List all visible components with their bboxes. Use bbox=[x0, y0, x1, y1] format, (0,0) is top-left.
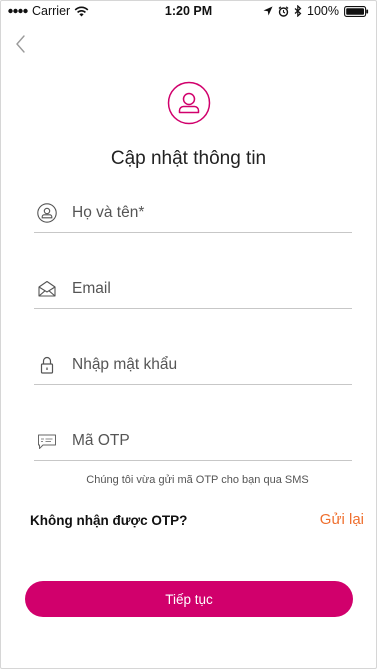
chevron-left-icon bbox=[16, 35, 25, 53]
resend-row: Không nhận được OTP? Gửi lại bbox=[30, 511, 364, 531]
continue-button[interactable]: Tiếp tục bbox=[25, 581, 353, 617]
otp-not-received-label: Không nhận được OTP? bbox=[30, 513, 188, 528]
envelope-icon bbox=[38, 280, 56, 297]
otp-sent-note: Chúng tôi vừa gửi mã OTP cho bạn qua SMS bbox=[86, 474, 309, 486]
status-right: 100% bbox=[263, 4, 369, 18]
password-input[interactable] bbox=[72, 350, 342, 380]
password-field bbox=[34, 344, 352, 385]
name-input[interactable] bbox=[72, 198, 342, 228]
lock-icon bbox=[40, 356, 54, 374]
user-icon bbox=[37, 203, 57, 223]
page-title: Cập nhật thông tin bbox=[110, 148, 267, 169]
otp-input[interactable] bbox=[72, 426, 342, 456]
email-input[interactable] bbox=[72, 274, 342, 304]
email-field bbox=[34, 268, 352, 309]
status-bar: Carrier 1:20 PM 100% bbox=[0, 0, 377, 22]
otp-field bbox=[34, 420, 352, 461]
user-circle-icon bbox=[167, 81, 211, 125]
sms-icon bbox=[38, 434, 56, 449]
resend-otp-link[interactable]: Gửi lại bbox=[320, 511, 364, 528]
battery-percent: 100% bbox=[307, 4, 339, 18]
location-arrow-icon bbox=[263, 6, 273, 16]
back-button[interactable] bbox=[10, 32, 34, 56]
bluetooth-icon bbox=[294, 5, 302, 17]
battery-icon bbox=[344, 5, 369, 17]
name-field bbox=[34, 192, 352, 233]
alarm-icon bbox=[278, 5, 289, 17]
